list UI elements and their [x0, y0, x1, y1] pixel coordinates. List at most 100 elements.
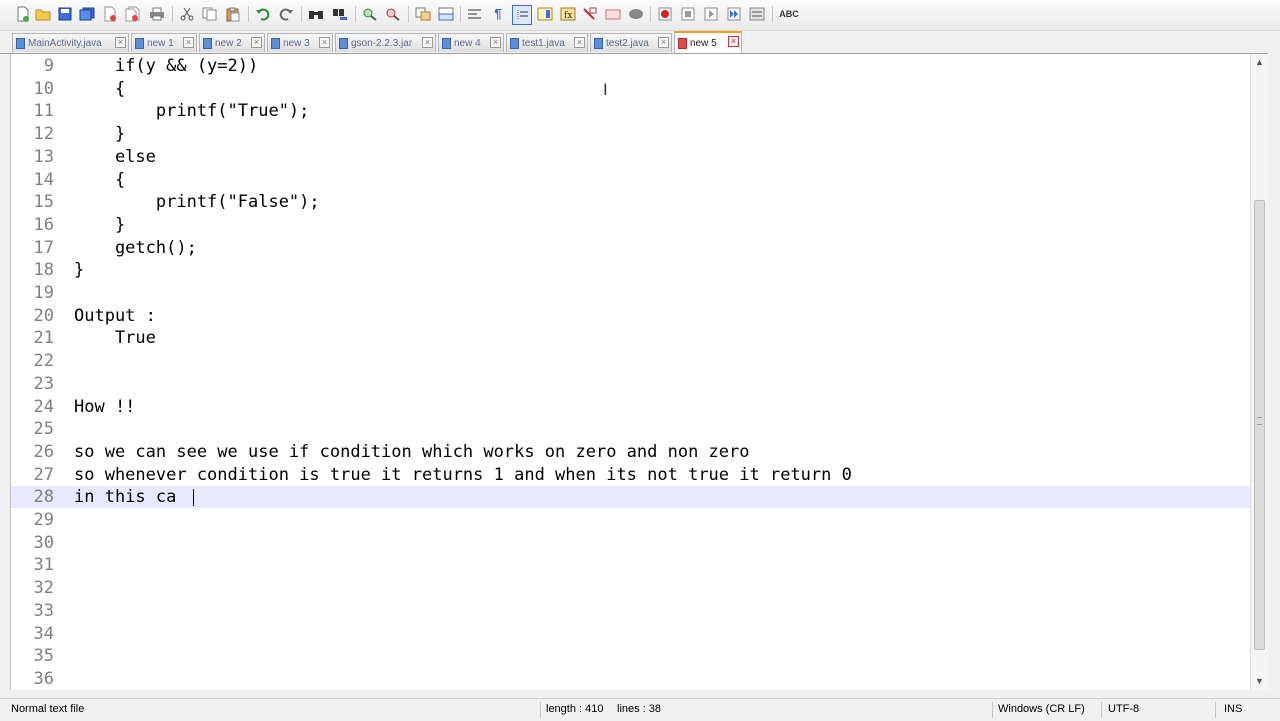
editor-line[interactable]: 24 How !! — [11, 396, 1251, 418]
editor-line[interactable]: 19 — [11, 282, 1251, 304]
copy-icon[interactable] — [201, 5, 219, 23]
close-icon[interactable] — [101, 5, 119, 23]
tab-close-icon[interactable]: × — [658, 37, 669, 48]
tab-close-icon[interactable]: × — [422, 37, 433, 48]
editor-line[interactable]: 31 — [11, 554, 1251, 576]
macro-run-multiple-icon[interactable] — [702, 5, 720, 23]
editor-line[interactable]: 11 printf("True"); — [11, 100, 1251, 122]
tab-close-icon[interactable]: × — [728, 36, 739, 47]
tab-7[interactable]: test2.java × — [590, 33, 672, 52]
tab-bar: MainActivity.java × new 1 × new 2 × new 3 × gson… — [0, 31, 1280, 54]
line-number: 20 — [33, 305, 54, 326]
editor-line[interactable]: 13 else — [11, 146, 1251, 168]
editor-line[interactable]: 32 — [11, 577, 1251, 599]
line-number: 23 — [33, 373, 54, 394]
editor-line[interactable]: 9 if(y && (y=2)) — [11, 55, 1251, 77]
scrollbar-thumb[interactable] — [1254, 200, 1265, 650]
status-eol[interactable]: Windows (CR LF) — [998, 703, 1085, 715]
sync-vertical-icon[interactable] — [414, 5, 432, 23]
text-caret — [192, 489, 194, 507]
tab-close-icon[interactable]: × — [251, 37, 262, 48]
macro-save-icon[interactable] — [725, 5, 743, 23]
vertical-scrollbar[interactable]: ▲ ▼ — [1250, 54, 1268, 690]
sync-horizontal-icon[interactable] — [437, 5, 455, 23]
redo-icon[interactable] — [277, 5, 295, 23]
open-file-icon[interactable] — [34, 5, 52, 23]
macro-record-icon[interactable] — [627, 5, 645, 23]
editor-line[interactable]: 10 { — [11, 78, 1251, 100]
print-icon[interactable] — [148, 5, 166, 23]
status-insert-mode[interactable]: INS — [1224, 703, 1242, 715]
function-list-icon[interactable]: fx — [559, 5, 577, 23]
editor-line[interactable]: 18} — [11, 259, 1251, 281]
line-number: 22 — [33, 351, 54, 372]
line-text: printf("False"); — [74, 192, 320, 213]
tab-label: new 2 — [215, 37, 242, 49]
editor-line[interactable]: 20 Output : — [11, 305, 1251, 327]
editor-line[interactable]: 22 — [11, 350, 1251, 372]
zoom-out-icon[interactable] — [384, 5, 402, 23]
editor-line[interactable]: 35 — [11, 645, 1251, 667]
tab-close-icon[interactable]: × — [490, 37, 501, 48]
editor-line[interactable]: 26 so we can see we use if condition whic… — [11, 441, 1251, 463]
macro-stop-icon[interactable] — [656, 5, 674, 23]
doc-map-icon[interactable] — [536, 5, 554, 23]
monitoring-icon[interactable] — [604, 5, 622, 23]
tab-label: test1.java — [522, 37, 565, 49]
editor-line[interactable]: 17 getch(); — [11, 237, 1251, 259]
macro-list-icon[interactable] — [748, 5, 766, 23]
editor-line[interactable]: 29 — [11, 509, 1251, 531]
editor-line[interactable]: 23 — [11, 373, 1251, 395]
spell-check-icon[interactable]: ABC — [778, 5, 800, 23]
word-wrap-icon[interactable] — [466, 5, 484, 23]
tab-5[interactable]: new 4 × — [438, 33, 504, 52]
editor-line[interactable]: 34 — [11, 623, 1251, 645]
editor-line[interactable]: 21 True — [11, 327, 1251, 349]
editor-line[interactable]: 16 } — [11, 214, 1251, 236]
tab-4[interactable]: gson-2.2.3.jar × — [335, 33, 436, 52]
tab-0[interactable]: MainActivity.java × — [12, 33, 129, 52]
editor-line[interactable]: 25 — [11, 418, 1251, 440]
tab-label: gson-2.2.3.jar — [351, 37, 413, 49]
tab-close-icon[interactable]: × — [115, 37, 126, 48]
macro-play-icon[interactable] — [679, 5, 697, 23]
scroll-up-arrow-icon[interactable]: ▲ — [1251, 54, 1268, 71]
editor-line[interactable]: 33 — [11, 600, 1251, 622]
scroll-down-arrow-icon[interactable]: ▼ — [1251, 673, 1268, 690]
find-icon[interactable] — [307, 5, 325, 23]
tab-8[interactable]: new 5 × — [674, 31, 742, 53]
line-number: 9 — [43, 56, 54, 76]
editor-line[interactable]: 14 { — [11, 169, 1251, 191]
tab-3[interactable]: new 3 × — [267, 33, 333, 52]
undo-icon[interactable] — [254, 5, 272, 23]
svg-text:fx: fx — [564, 11, 572, 21]
tab-close-icon[interactable]: × — [574, 37, 585, 48]
zoom-in-icon[interactable] — [361, 5, 379, 23]
folder-workspace-icon[interactable] — [581, 5, 599, 23]
editor-line[interactable]: 36 — [11, 668, 1251, 690]
editor-line[interactable]: 12 } — [11, 123, 1251, 145]
tab-1[interactable]: new 1 × — [131, 33, 197, 52]
tab-close-icon[interactable]: × — [183, 37, 194, 48]
status-encoding[interactable]: UTF-8 — [1108, 703, 1139, 715]
save-all-icon[interactable] — [78, 5, 96, 23]
indent-guide-icon[interactable] — [512, 5, 532, 25]
line-number: 29 — [33, 510, 54, 530]
line-number: 11 — [33, 101, 54, 122]
tab-close-icon[interactable]: × — [319, 37, 330, 48]
tab-6[interactable]: test1.java × — [506, 33, 588, 52]
replace-icon[interactable] — [331, 5, 349, 23]
cut-icon[interactable] — [178, 5, 196, 23]
editor[interactable]: 9 if(y && (y=2)) 10 {11 printf("True"); 12… — [10, 54, 1251, 690]
tab-2[interactable]: new 2 × — [199, 33, 265, 52]
show-all-chars-icon[interactable]: ¶ — [489, 5, 507, 23]
editor-line[interactable]: 27 so whenever condition is true it retur… — [11, 464, 1251, 486]
paste-icon[interactable] — [224, 5, 242, 23]
line-number: 10 — [33, 78, 54, 99]
editor-line[interactable]: 15 printf("False"); — [11, 191, 1251, 213]
close-all-icon[interactable] — [124, 5, 142, 23]
save-icon[interactable] — [56, 5, 74, 23]
editor-line[interactable]: 30 — [11, 532, 1251, 554]
new-file-icon[interactable] — [14, 5, 32, 23]
editor-line[interactable]: 28 in this ca — [11, 486, 1251, 509]
